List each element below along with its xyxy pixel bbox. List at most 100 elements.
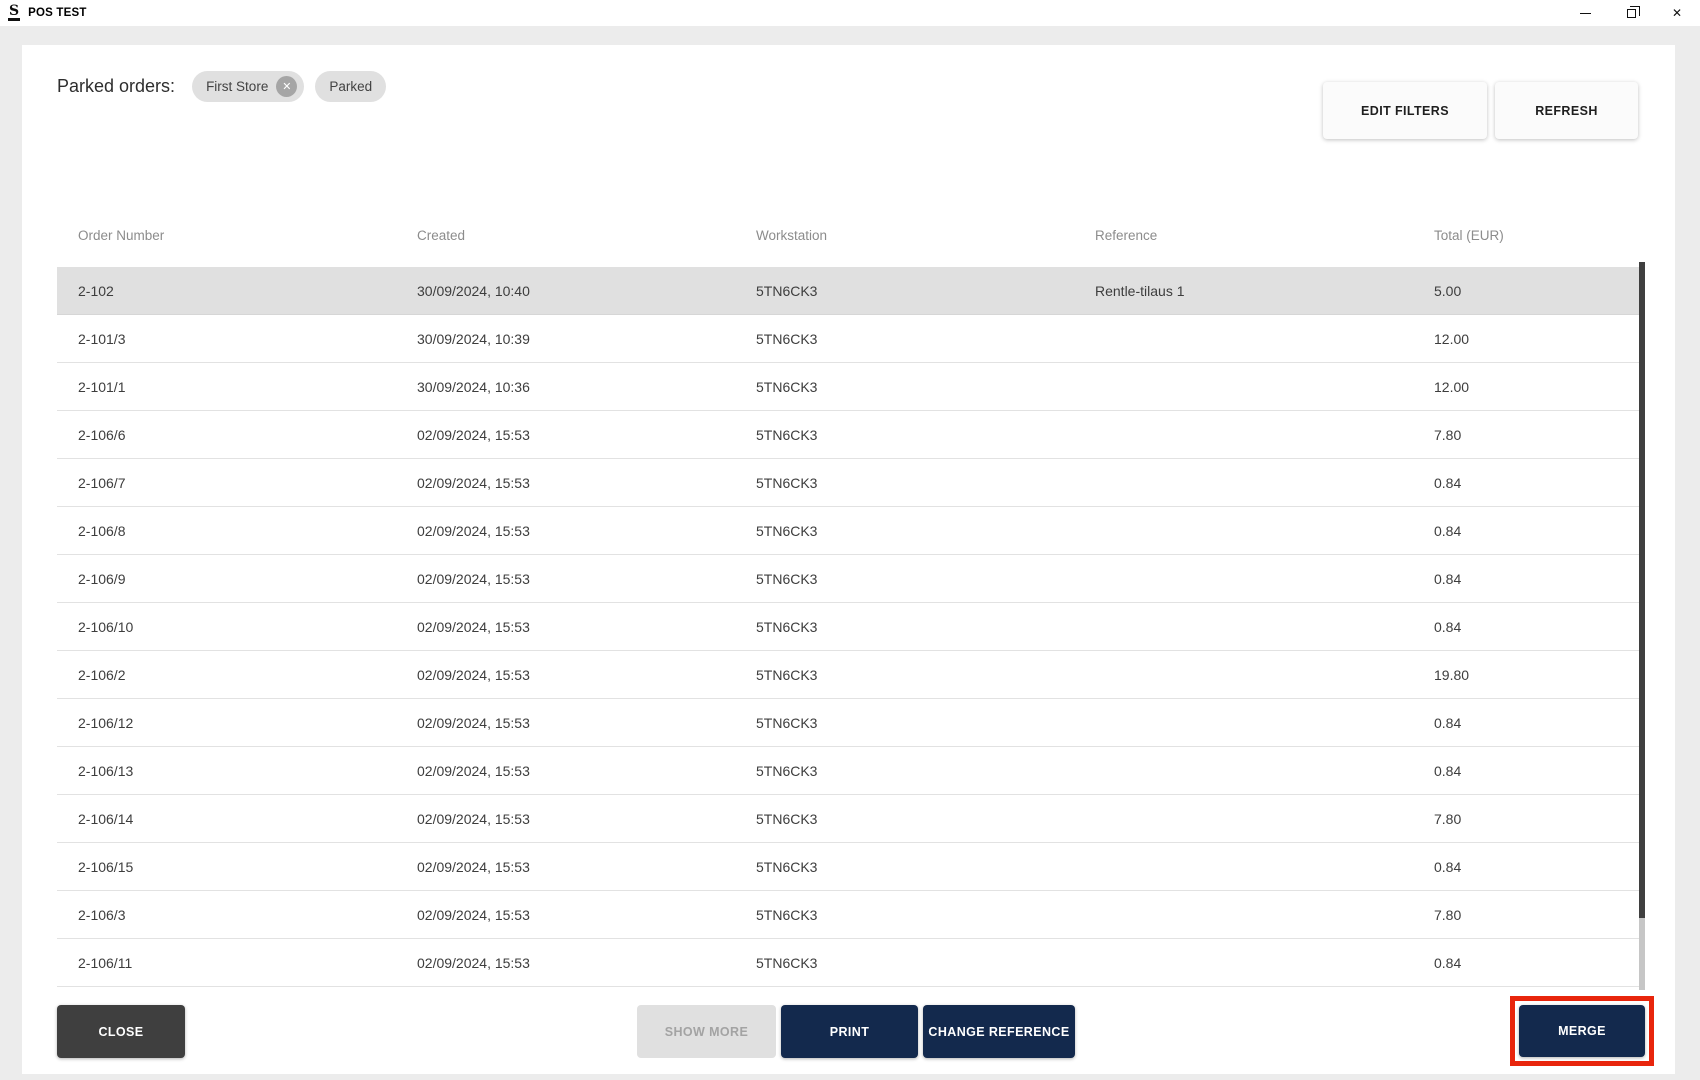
cell-workstation: 5TN6CK3: [735, 475, 1074, 491]
cell-workstation: 5TN6CK3: [735, 859, 1074, 875]
column-header-reference: Reference: [1074, 228, 1413, 243]
cell-created: 02/09/2024, 15:53: [396, 619, 735, 635]
cell-created: 02/09/2024, 15:53: [396, 859, 735, 875]
table-row[interactable]: 2-101/3 30/09/2024, 10:39 5TN6CK3 12.00: [57, 315, 1645, 363]
column-header-created: Created: [396, 228, 735, 243]
cell-workstation: 5TN6CK3: [735, 283, 1074, 299]
table-body: 2-102 30/09/2024, 10:40 5TN6CK3 Rentle-t…: [57, 267, 1645, 987]
cell-total: 0.84: [1413, 571, 1645, 587]
cell-order-number: 2-106/11: [57, 955, 396, 971]
cell-created: 02/09/2024, 15:53: [396, 571, 735, 587]
filter-chip-parked[interactable]: Parked: [315, 71, 386, 102]
parked-orders-panel: Parked orders: First Store ✕ Parked EDIT…: [22, 45, 1675, 1074]
restore-button[interactable]: [1608, 0, 1654, 26]
table-row[interactable]: 2-106/2 02/09/2024, 15:53 5TN6CK3 19.80: [57, 651, 1645, 699]
cell-workstation: 5TN6CK3: [735, 811, 1074, 827]
cell-workstation: 5TN6CK3: [735, 667, 1074, 683]
page-title: Parked orders:: [57, 76, 175, 97]
cell-workstation: 5TN6CK3: [735, 523, 1074, 539]
table-row[interactable]: 2-106/15 02/09/2024, 15:53 5TN6CK3 0.84: [57, 843, 1645, 891]
cell-order-number: 2-106/7: [57, 475, 396, 491]
column-header-order-number: Order Number: [57, 228, 396, 243]
table-row[interactable]: 2-106/10 02/09/2024, 15:53 5TN6CK3 0.84: [57, 603, 1645, 651]
cell-created: 30/09/2024, 10:39: [396, 331, 735, 347]
cell-created: 02/09/2024, 15:53: [396, 427, 735, 443]
table-row[interactable]: 2-106/3 02/09/2024, 15:53 5TN6CK3 7.80: [57, 891, 1645, 939]
refresh-button[interactable]: REFRESH: [1495, 82, 1638, 139]
cell-order-number: 2-101/3: [57, 331, 396, 347]
cell-total: 0.84: [1413, 619, 1645, 635]
table-row[interactable]: 2-106/6 02/09/2024, 15:53 5TN6CK3 7.80: [57, 411, 1645, 459]
cell-created: 02/09/2024, 15:53: [396, 523, 735, 539]
title-bar: S POS TEST ✕: [0, 0, 1700, 26]
cell-order-number: 2-106/13: [57, 763, 396, 779]
close-window-button[interactable]: ✕: [1654, 0, 1700, 26]
cell-total: 7.80: [1413, 427, 1645, 443]
cell-workstation: 5TN6CK3: [735, 955, 1074, 971]
cell-created: 02/09/2024, 15:53: [396, 475, 735, 491]
cell-order-number: 2-106/8: [57, 523, 396, 539]
scrollbar-track: [1639, 918, 1645, 990]
cell-created: 02/09/2024, 15:53: [396, 763, 735, 779]
table-scrollbar: [1639, 262, 1645, 990]
cell-workstation: 5TN6CK3: [735, 379, 1074, 395]
edit-filters-button[interactable]: EDIT FILTERS: [1323, 82, 1487, 139]
merge-button[interactable]: MERGE: [1519, 1005, 1645, 1057]
table-row[interactable]: 2-106/13 02/09/2024, 15:53 5TN6CK3 0.84: [57, 747, 1645, 795]
cell-workstation: 5TN6CK3: [735, 763, 1074, 779]
cell-order-number: 2-101/1: [57, 379, 396, 395]
window-title: POS TEST: [28, 7, 86, 19]
cell-total: 0.84: [1413, 859, 1645, 875]
cell-order-number: 2-106/15: [57, 859, 396, 875]
cell-total: 12.00: [1413, 379, 1645, 395]
cell-created: 30/09/2024, 10:40: [396, 283, 735, 299]
footer-actions: CLOSE SHOW MORE PRINT CHANGE REFERENCE M…: [22, 996, 1675, 1074]
cell-reference: Rentle-tilaus 1: [1074, 283, 1413, 299]
column-header-workstation: Workstation: [735, 228, 1074, 243]
cell-total: 12.00: [1413, 331, 1645, 347]
table-row[interactable]: 2-106/7 02/09/2024, 15:53 5TN6CK3 0.84: [57, 459, 1645, 507]
table-row[interactable]: 2-102 30/09/2024, 10:40 5TN6CK3 Rentle-t…: [57, 267, 1645, 315]
scrollbar-thumb[interactable]: [1639, 262, 1645, 918]
cell-workstation: 5TN6CK3: [735, 619, 1074, 635]
restore-icon: [1627, 9, 1636, 18]
minimize-icon: [1580, 13, 1591, 14]
app-logo-icon: S: [8, 5, 20, 21]
cell-total: 0.84: [1413, 475, 1645, 491]
cell-total: 0.84: [1413, 955, 1645, 971]
filter-chip-label: Parked: [329, 79, 372, 94]
table-row[interactable]: 2-106/12 02/09/2024, 15:53 5TN6CK3 0.84: [57, 699, 1645, 747]
table-row[interactable]: 2-101/1 30/09/2024, 10:36 5TN6CK3 12.00: [57, 363, 1645, 411]
cell-created: 02/09/2024, 15:53: [396, 811, 735, 827]
cell-order-number: 2-106/9: [57, 571, 396, 587]
cell-total: 7.80: [1413, 907, 1645, 923]
column-header-total: Total (EUR): [1413, 228, 1645, 243]
cell-created: 02/09/2024, 15:53: [396, 715, 735, 731]
merge-highlight-box: MERGE: [1510, 996, 1654, 1066]
close-icon: ✕: [1672, 7, 1682, 19]
print-button[interactable]: PRINT: [781, 1005, 918, 1058]
cell-order-number: 2-106/3: [57, 907, 396, 923]
remove-filter-icon[interactable]: ✕: [276, 76, 297, 97]
close-button[interactable]: CLOSE: [57, 1005, 185, 1058]
cell-total: 0.84: [1413, 715, 1645, 731]
cell-created: 30/09/2024, 10:36: [396, 379, 735, 395]
cell-workstation: 5TN6CK3: [735, 715, 1074, 731]
cell-total: 0.84: [1413, 763, 1645, 779]
cell-total: 0.84: [1413, 523, 1645, 539]
cell-order-number: 2-106/14: [57, 811, 396, 827]
cell-order-number: 2-102: [57, 283, 396, 299]
change-reference-button[interactable]: CHANGE REFERENCE: [923, 1005, 1075, 1058]
cell-order-number: 2-106/6: [57, 427, 396, 443]
filter-chip-first-store[interactable]: First Store ✕: [192, 71, 304, 102]
cell-workstation: 5TN6CK3: [735, 331, 1074, 347]
show-more-button[interactable]: SHOW MORE: [637, 1005, 776, 1058]
cell-total: 5.00: [1413, 283, 1645, 299]
minimize-button[interactable]: [1562, 0, 1608, 26]
table-row[interactable]: 2-106/14 02/09/2024, 15:53 5TN6CK3 7.80: [57, 795, 1645, 843]
table-row[interactable]: 2-106/9 02/09/2024, 15:53 5TN6CK3 0.84: [57, 555, 1645, 603]
table-row[interactable]: 2-106/8 02/09/2024, 15:53 5TN6CK3 0.84: [57, 507, 1645, 555]
filter-chips: First Store ✕ Parked: [192, 71, 386, 102]
table-row[interactable]: 2-106/11 02/09/2024, 15:53 5TN6CK3 0.84: [57, 939, 1645, 987]
cell-workstation: 5TN6CK3: [735, 571, 1074, 587]
